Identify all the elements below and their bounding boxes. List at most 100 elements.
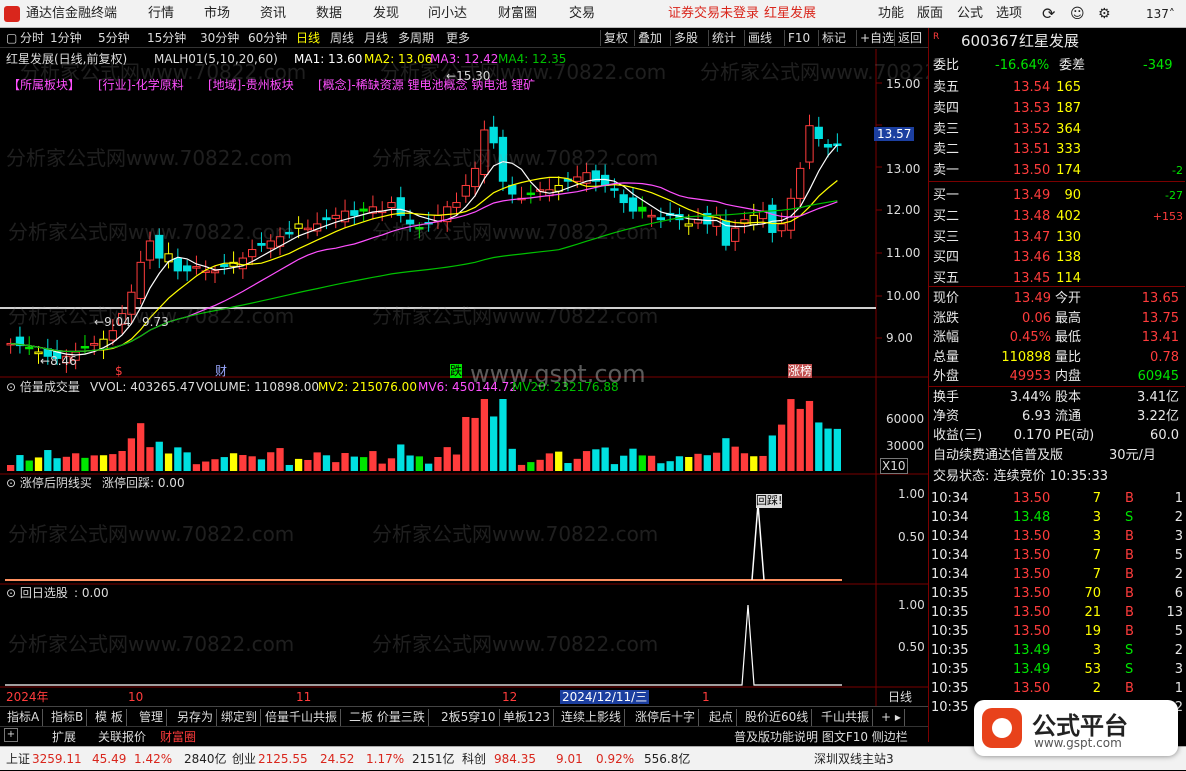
menu-shuju[interactable]: 数据 <box>316 0 342 28</box>
formula-tab[interactable]: 连续上影线 <box>558 709 626 726</box>
menu-shichang[interactable]: 市场 <box>204 0 230 28</box>
btn-diejia[interactable]: 叠加 <box>634 30 665 46</box>
order-book-row[interactable]: 买四 13.46 138 <box>929 248 1185 267</box>
expand-icon[interactable]: + <box>4 728 18 742</box>
refresh-icon[interactable]: ⟳ <box>1042 0 1055 28</box>
formula-tab[interactable]: 另存为 <box>174 709 218 726</box>
formula-tab[interactable]: 千山共振 <box>818 709 874 726</box>
menu-gongneng[interactable]: 功能 <box>878 0 904 28</box>
formula-tab[interactable]: 单板123 <box>500 709 554 726</box>
tick-row: 10:35 13.50 21 B 13 <box>931 605 1183 620</box>
menu-banmian[interactable]: 版面 <box>917 0 943 28</box>
volume-bar <box>406 455 414 471</box>
order-book-row[interactable]: 卖二 13.51 333 <box>929 140 1185 159</box>
marker-dollar[interactable]: $ <box>115 364 123 378</box>
menu-wenxiaoda[interactable]: 问小达 <box>428 0 467 28</box>
candle-body <box>294 223 303 229</box>
btn-huaxian[interactable]: 画线 <box>744 30 775 46</box>
settings-icon[interactable]: ⚙ <box>1098 0 1111 28</box>
formula-tab[interactable]: 指标A <box>4 709 44 726</box>
tf-more[interactable]: 更多 <box>446 28 470 48</box>
candle-body <box>238 257 248 270</box>
tick-row: 10:3513.493S2 <box>931 643 1183 658</box>
menu-xuanxiang[interactable]: 选项 <box>996 0 1022 28</box>
formula-tab[interactable]: 股价近60线 <box>742 709 813 726</box>
quote-panel: R 600367 红星发展 委比 -16.64% 委差 -349 卖五 13.54… <box>928 28 1186 742</box>
order-book-row[interactable]: 卖四 13.53 187 <box>929 99 1185 118</box>
tf-multi[interactable]: 多周期 <box>398 28 434 48</box>
formula-tab[interactable]: 倍量千山共振 <box>262 709 342 726</box>
formula-tab[interactable]: 二板 价量三跌 <box>346 709 429 726</box>
tf-60min[interactable]: 60分钟 <box>248 28 287 48</box>
candle-body <box>192 266 201 269</box>
tf-fenshi[interactable]: 分时 <box>20 28 44 48</box>
marker-drop[interactable]: 跌 <box>450 364 463 378</box>
formula-tab[interactable]: 管理 <box>136 709 168 726</box>
fundamentals-row: 净资 6.93 流通 3.22亿 <box>933 409 1179 424</box>
volume-bar <box>118 450 126 471</box>
tf-30min[interactable]: 30分钟 <box>200 28 239 48</box>
tf-weekly[interactable]: 周线 <box>330 28 354 48</box>
user-icon[interactable]: ☺ <box>1070 0 1085 28</box>
volume-bar <box>694 453 702 471</box>
btn-zixuan[interactable]: +自选 <box>856 30 897 46</box>
tab-caifuquan[interactable]: 财富圈 <box>160 728 196 745</box>
volume-bar <box>480 399 489 471</box>
formula-tab[interactable]: 模 板 <box>92 709 127 726</box>
bottom-right-links[interactable]: 普及版功能说明 图文F10 侧边栏 <box>734 728 908 745</box>
ad-row[interactable]: 自动续费通达信普及版 30元/月 <box>929 446 1185 465</box>
tf-monthly[interactable]: 月线 <box>364 28 388 48</box>
tab-scroll-icon[interactable]: + ▸ <box>878 709 905 726</box>
menu-zixun[interactable]: 资讯 <box>260 0 286 28</box>
btn-fuquan[interactable]: 复权 <box>600 30 631 46</box>
chart-type-icon[interactable]: ▢ <box>6 28 17 48</box>
volume-bar <box>248 456 256 471</box>
login-notice[interactable]: 证券交易未登录 <box>668 0 759 28</box>
tf-1min[interactable]: 1分钟 <box>50 28 82 48</box>
formula-tab[interactable]: 绑定到 <box>218 709 262 726</box>
btn-tongji[interactable]: 统计 <box>708 30 739 46</box>
marker-rank[interactable]: 涨榜 <box>788 364 813 378</box>
order-book-row[interactable]: 卖三 13.52 364 <box>929 120 1185 139</box>
btn-f10[interactable]: F10 <box>784 30 813 46</box>
tf-daily[interactable]: 日线 <box>296 28 320 48</box>
menu-faxian[interactable]: 发现 <box>373 0 399 28</box>
candle-body <box>220 264 229 268</box>
order-book-row[interactable]: 买一 13.49 90 -27 <box>929 186 1185 205</box>
order-book-row[interactable]: 买三 13.47 130 <box>929 228 1185 247</box>
menu-caifuquan[interactable]: 财富圈 <box>498 0 537 28</box>
formula-tab[interactable]: 2板5穿10 <box>438 709 500 726</box>
order-book-row[interactable]: 卖五 13.54 165 <box>929 78 1185 97</box>
industry-tag[interactable]: [行业]-化学原料 <box>98 78 184 92</box>
formula-tab[interactable]: 指标B <box>48 709 88 726</box>
app-logo-icon <box>4 6 20 22</box>
marker-finance[interactable]: 财 <box>215 364 227 378</box>
trade-status: 交易状态: 连续竞价 10:35:33 <box>933 469 1109 484</box>
volume-bar <box>564 463 572 471</box>
formula-tab[interactable]: 涨停后十字 <box>632 709 700 726</box>
volume-bar <box>322 455 331 471</box>
sector-tag[interactable]: 【所属板块】 <box>8 78 80 92</box>
order-book-row[interactable]: 买二 13.48 402 +153 <box>929 207 1185 226</box>
concept-tag[interactable]: [概念]-稀缺资源 锂电池概念 钠电池 锂矿 <box>318 78 535 92</box>
panel3-axis-1: 1.00 <box>898 487 925 501</box>
formula-tab[interactable]: 起点 <box>706 709 738 726</box>
region-tag[interactable]: [地域]-贵州板块 <box>208 78 294 92</box>
tf-15min[interactable]: 15分钟 <box>147 28 186 48</box>
btn-biaoji[interactable]: 标记 <box>818 30 849 46</box>
tab-extend[interactable]: 扩展 <box>52 728 76 745</box>
stock-tab[interactable]: 红星发展 <box>764 0 816 28</box>
menu-hangqing[interactable]: 行情 <box>148 0 174 28</box>
stats-row: 外盘 49953 内盘 60945 <box>933 369 1179 384</box>
menu-jiaoyi[interactable]: 交易 <box>569 0 595 28</box>
order-book-row[interactable]: 卖一 13.50 174 -2 <box>929 161 1185 180</box>
tab-related-quote[interactable]: 关联报价 <box>98 728 146 745</box>
btn-fanhui[interactable]: 返回 <box>894 30 925 46</box>
menu-gongshi[interactable]: 公式 <box>957 0 983 28</box>
volume-bar <box>601 447 609 471</box>
candle-body <box>257 243 266 246</box>
tf-5min[interactable]: 5分钟 <box>98 28 130 48</box>
btn-duogu[interactable]: 多股 <box>670 30 701 46</box>
level-price: 13.54 <box>1013 80 1051 95</box>
stats-row: 总量 110898 量比 0.78 <box>933 349 1179 365</box>
